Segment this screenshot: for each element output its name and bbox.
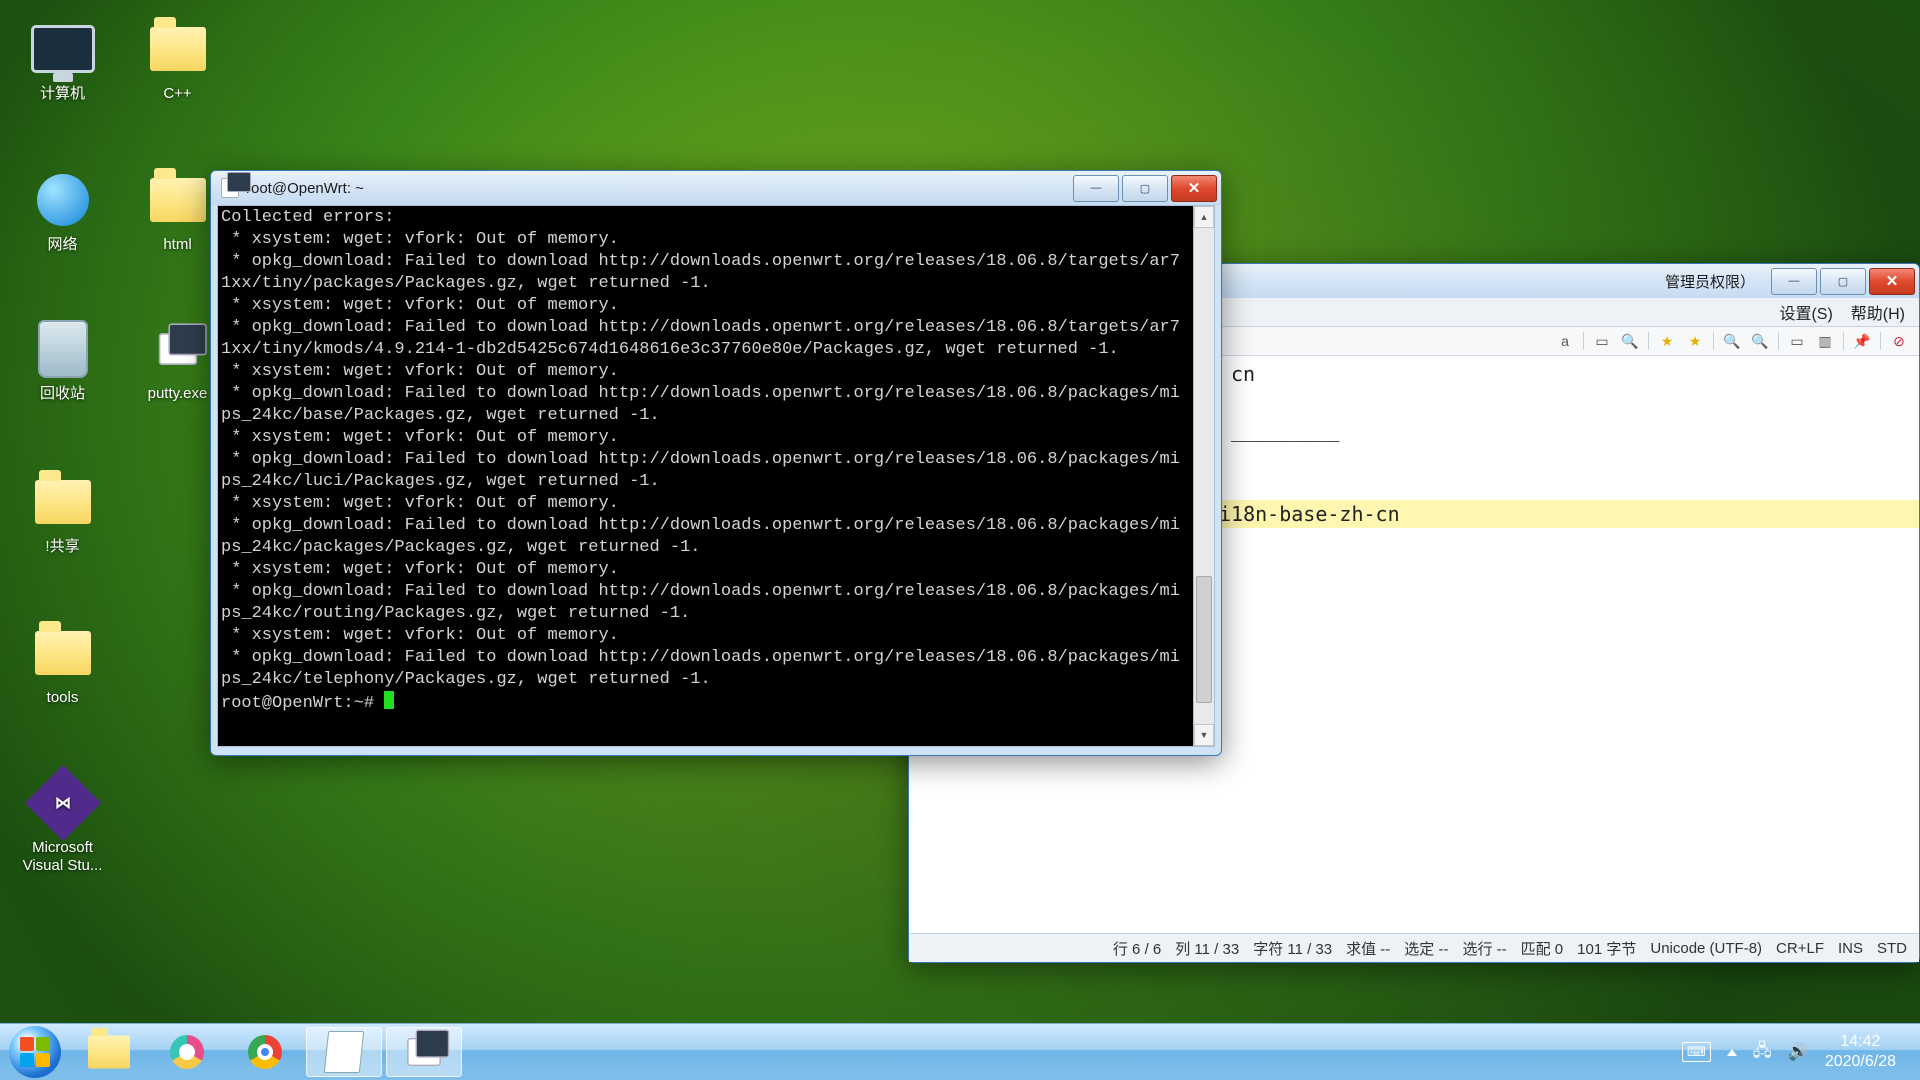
putty-title: root@OpenWrt: ~ [246, 180, 1073, 197]
status-lines: 选行 -- [1462, 938, 1506, 959]
taskbar[interactable]: ⌨ 🖧 🔊 14:42 2020/6/28 [0, 1023, 1920, 1080]
status-eol: CR+LF [1776, 940, 1824, 957]
status-encoding: Unicode (UTF-8) [1650, 940, 1762, 957]
tray-ime-icon[interactable]: ⌨ [1682, 1042, 1711, 1062]
menu-help[interactable]: 帮助(H) [1851, 300, 1905, 324]
maximize-button[interactable]: ▢ [1820, 268, 1866, 295]
tray-network-icon[interactable]: 🖧 [1753, 1038, 1772, 1067]
status-ins: INS [1838, 940, 1863, 957]
editor-icon [324, 1031, 364, 1073]
toolbar-columns-icon[interactable]: ▥ [1815, 331, 1835, 351]
desktop-background[interactable]: 计算机 C++ 网络 html 回收站 putty.exe !共享 tools … [0, 0, 1920, 1080]
scrollbar-thumb[interactable] [1196, 576, 1212, 703]
taskbar-chrome[interactable] [228, 1028, 302, 1076]
scrollbar[interactable]: ▲ ▼ [1193, 206, 1214, 746]
putty-window[interactable]: root@OpenWrt: ~ — ▢ ✕ Collected errors: … [210, 170, 1222, 756]
desktop-icon-network[interactable]: 网络 [10, 168, 115, 254]
toolbar-zoom-out-icon[interactable]: 🔍 [1750, 331, 1770, 351]
toolbar-search-icon[interactable]: 🔍 [1620, 331, 1640, 351]
maximize-button[interactable]: ▢ [1122, 175, 1168, 202]
putty-icon [407, 1038, 441, 1066]
chrome-icon [248, 1035, 282, 1069]
tray-clock[interactable]: 14:42 2020/6/28 [1825, 1032, 1896, 1072]
status-sum: 求值 -- [1346, 938, 1390, 959]
globe-icon [31, 168, 95, 232]
folder-icon [31, 621, 95, 685]
status-sel: 选定 -- [1404, 938, 1448, 959]
toolbar-zoom-in-icon[interactable]: 🔍 [1722, 331, 1742, 351]
desktop-icon-cpp[interactable]: C++ [125, 17, 230, 103]
desktop-icon-visual-studio[interactable]: ⋈ Microsoft Visual Stu... [10, 771, 115, 875]
putty-titlebar[interactable]: root@OpenWrt: ~ — ▢ ✕ [211, 171, 1221, 205]
tray-time: 14:42 [1825, 1032, 1896, 1052]
status-col: 列 11 / 33 [1175, 938, 1239, 959]
status-char: 字符 11 / 33 [1253, 938, 1332, 959]
folder-icon [146, 168, 210, 232]
toolbar-pin-icon[interactable]: 📌 [1852, 331, 1872, 351]
scroll-up-button[interactable]: ▲ [1194, 206, 1214, 228]
desktop-icon-label: 网络 [10, 236, 115, 254]
folder-icon [146, 17, 210, 81]
close-button[interactable]: ✕ [1869, 268, 1915, 295]
desktop-icon-label: tools [10, 689, 115, 707]
toolbar-letter-icon[interactable]: a [1555, 331, 1575, 351]
desktop-icon-tools[interactable]: tools [10, 621, 115, 707]
toolbar-window-icon[interactable]: ▭ [1787, 331, 1807, 351]
terminal-output[interactable]: Collected errors: * xsystem: wget: vfork… [218, 206, 1193, 746]
desktop-icon-label: Microsoft Visual Stu... [10, 839, 115, 875]
editor-statusbar: 行 6 / 6 列 11 / 33 字符 11 / 33 求值 -- 选定 --… [909, 933, 1919, 962]
status-match: 匹配 0 [1521, 938, 1564, 959]
taskbar-browser-alt[interactable] [150, 1028, 224, 1076]
taskbar-editor[interactable] [306, 1027, 382, 1077]
folder-icon [31, 470, 95, 534]
start-button[interactable] [0, 1024, 70, 1080]
system-tray[interactable]: ⌨ 🖧 🔊 14:42 2020/6/28 [1682, 1032, 1912, 1072]
computer-icon [31, 17, 95, 81]
browser-icon [170, 1035, 204, 1069]
status-row: 行 6 / 6 [1113, 938, 1161, 959]
desktop-icon-recycle-bin[interactable]: 回收站 [10, 317, 115, 403]
taskbar-explorer[interactable] [72, 1028, 146, 1076]
desktop-icon-label: C++ [125, 85, 230, 103]
desktop-icon-label: 回收站 [10, 385, 115, 403]
close-button[interactable]: ✕ [1171, 175, 1217, 202]
minimize-button[interactable]: — [1073, 175, 1119, 202]
tray-show-hidden-icon[interactable] [1727, 1049, 1737, 1056]
minimize-button[interactable]: — [1771, 268, 1817, 295]
tray-date: 2020/6/28 [1825, 1052, 1896, 1072]
windows-logo-icon [9, 1026, 61, 1078]
taskbar-putty[interactable] [386, 1027, 462, 1077]
explorer-icon [88, 1036, 130, 1069]
putty-icon [221, 179, 239, 197]
menu-settings[interactable]: 设置(S) [1779, 300, 1832, 324]
visual-studio-icon: ⋈ [31, 771, 95, 835]
desktop-icon-computer[interactable]: 计算机 [10, 17, 115, 103]
toolbar-star-icon[interactable]: ★ [1685, 331, 1705, 351]
toolbar-star-icon[interactable]: ★ [1657, 331, 1677, 351]
desktop-icon-label: !共享 [10, 538, 115, 556]
status-bytes: 101 字节 [1577, 938, 1636, 959]
tray-volume-icon[interactable]: 🔊 [1788, 1042, 1809, 1062]
desktop-icon-share[interactable]: !共享 [10, 470, 115, 556]
scroll-down-button[interactable]: ▼ [1194, 724, 1214, 746]
toolbar-cancel-icon[interactable]: ⊘ [1889, 331, 1909, 351]
putty-icon [146, 317, 210, 381]
toolbar-box-icon[interactable]: ▭ [1592, 331, 1612, 351]
desktop-icon-label: 计算机 [10, 85, 115, 103]
recycle-bin-icon [31, 317, 95, 381]
status-std: STD [1877, 940, 1907, 957]
